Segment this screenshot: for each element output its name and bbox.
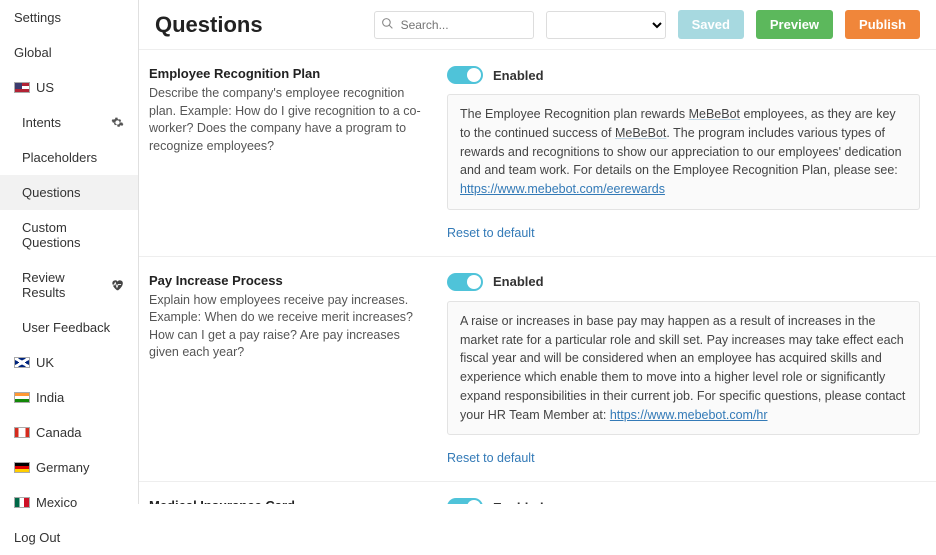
enabled-label: Enabled <box>493 500 544 504</box>
highlight: MeBeBot <box>615 126 666 140</box>
search-icon <box>381 17 394 30</box>
page-title: Questions <box>155 12 263 38</box>
sidebar-label: Placeholders <box>22 150 97 165</box>
sidebar-canada[interactable]: Canada <box>0 415 138 450</box>
question-body: Enabled The Employee Recognition plan re… <box>447 66 920 240</box>
enabled-toggle[interactable] <box>447 498 483 504</box>
question-desc: Describe the company's employee recognit… <box>149 85 429 155</box>
sidebar-label: Canada <box>36 425 82 440</box>
sidebar-label: Settings <box>14 10 61 25</box>
sidebar-label: Custom Questions <box>22 220 124 250</box>
main: Questions Saved Preview Publish Employee… <box>139 0 936 504</box>
sidebar-placeholders[interactable]: Placeholders <box>0 140 138 175</box>
sidebar-label: Review Results <box>22 270 104 300</box>
sidebar-mexico[interactable]: Mexico <box>0 485 138 520</box>
toggle-row: Enabled <box>447 66 920 84</box>
flag-india-icon <box>14 392 30 403</box>
sidebar-india[interactable]: India <box>0 380 138 415</box>
preview-button[interactable]: Preview <box>756 10 833 39</box>
question-title: Employee Recognition Plan <box>149 66 429 81</box>
sidebar-user-feedback[interactable]: User Feedback <box>0 310 138 345</box>
sidebar-label: Questions <box>22 185 81 200</box>
sidebar-logout[interactable]: Log Out <box>0 520 138 555</box>
enabled-label: Enabled <box>493 68 544 83</box>
question-desc: Explain how employees receive pay increa… <box>149 292 429 362</box>
question-info: Medical Insurance Card Explain how emplo… <box>149 498 429 504</box>
sidebar-uk[interactable]: UK <box>0 345 138 380</box>
heart-pulse-icon <box>110 278 124 292</box>
saved-button[interactable]: Saved <box>678 10 744 39</box>
question-row: Pay Increase Process Explain how employe… <box>139 257 936 483</box>
highlight: MeBeBot <box>689 107 740 121</box>
flag-mexico-icon <box>14 497 30 508</box>
enabled-toggle[interactable] <box>447 66 483 84</box>
sidebar-us[interactable]: US <box>0 70 138 105</box>
toggle-row: Enabled <box>447 498 920 504</box>
sidebar-custom-questions[interactable]: Custom Questions <box>0 210 138 260</box>
search-wrap <box>374 11 534 39</box>
sidebar-settings[interactable]: Settings <box>0 0 138 35</box>
sidebar-review-results[interactable]: Review Results <box>0 260 138 310</box>
topbar: Questions Saved Preview Publish <box>139 0 936 50</box>
sidebar-global[interactable]: Global <box>0 35 138 70</box>
flag-germany-icon <box>14 462 30 473</box>
sidebar-label: Mexico <box>36 495 77 510</box>
reset-link[interactable]: Reset to default <box>447 226 920 240</box>
content[interactable]: Employee Recognition Plan Describe the c… <box>139 50 936 504</box>
filter-select[interactable] <box>546 11 666 39</box>
sidebar-label: Global <box>14 45 52 60</box>
question-info: Employee Recognition Plan Describe the c… <box>149 66 429 240</box>
reset-link[interactable]: Reset to default <box>447 451 920 465</box>
enabled-toggle[interactable] <box>447 273 483 291</box>
answer-box[interactable]: A raise or increases in base pay may hap… <box>447 301 920 436</box>
sidebar-intents[interactable]: Intents <box>0 105 138 140</box>
question-title: Medical Insurance Card <box>149 498 429 504</box>
question-info: Pay Increase Process Explain how employe… <box>149 273 429 466</box>
sidebar-label: User Feedback <box>22 320 110 335</box>
sidebar-germany[interactable]: Germany <box>0 450 138 485</box>
question-title: Pay Increase Process <box>149 273 429 288</box>
answer-box[interactable]: The Employee Recognition plan rewards Me… <box>447 94 920 210</box>
answer-link[interactable]: https://www.mebebot.com/eerewards <box>460 182 665 196</box>
sidebar-label: Intents <box>22 115 61 130</box>
publish-button[interactable]: Publish <box>845 10 920 39</box>
toggle-row: Enabled <box>447 273 920 291</box>
sidebar-label: US <box>36 80 54 95</box>
question-body: Enabled A raise or increases in base pay… <box>447 273 920 466</box>
question-row: Employee Recognition Plan Describe the c… <box>139 50 936 257</box>
sidebar-questions[interactable]: Questions <box>0 175 138 210</box>
gear-icon[interactable] <box>111 116 124 129</box>
enabled-label: Enabled <box>493 274 544 289</box>
flag-us-icon <box>14 82 30 93</box>
flag-canada-icon <box>14 427 30 438</box>
sidebar: Settings Global US Intents Placeholders … <box>0 0 139 504</box>
sidebar-label: Log Out <box>14 530 60 545</box>
answer-link[interactable]: https://www.mebebot.com/hr <box>610 408 768 422</box>
question-body: Enabled Download the United Health Care … <box>447 498 920 504</box>
question-row: Medical Insurance Card Explain how emplo… <box>139 482 936 504</box>
sidebar-label: Germany <box>36 460 89 475</box>
search-input[interactable] <box>374 11 534 39</box>
sidebar-label: India <box>36 390 64 405</box>
sidebar-label: UK <box>36 355 54 370</box>
flag-uk-icon <box>14 357 30 368</box>
